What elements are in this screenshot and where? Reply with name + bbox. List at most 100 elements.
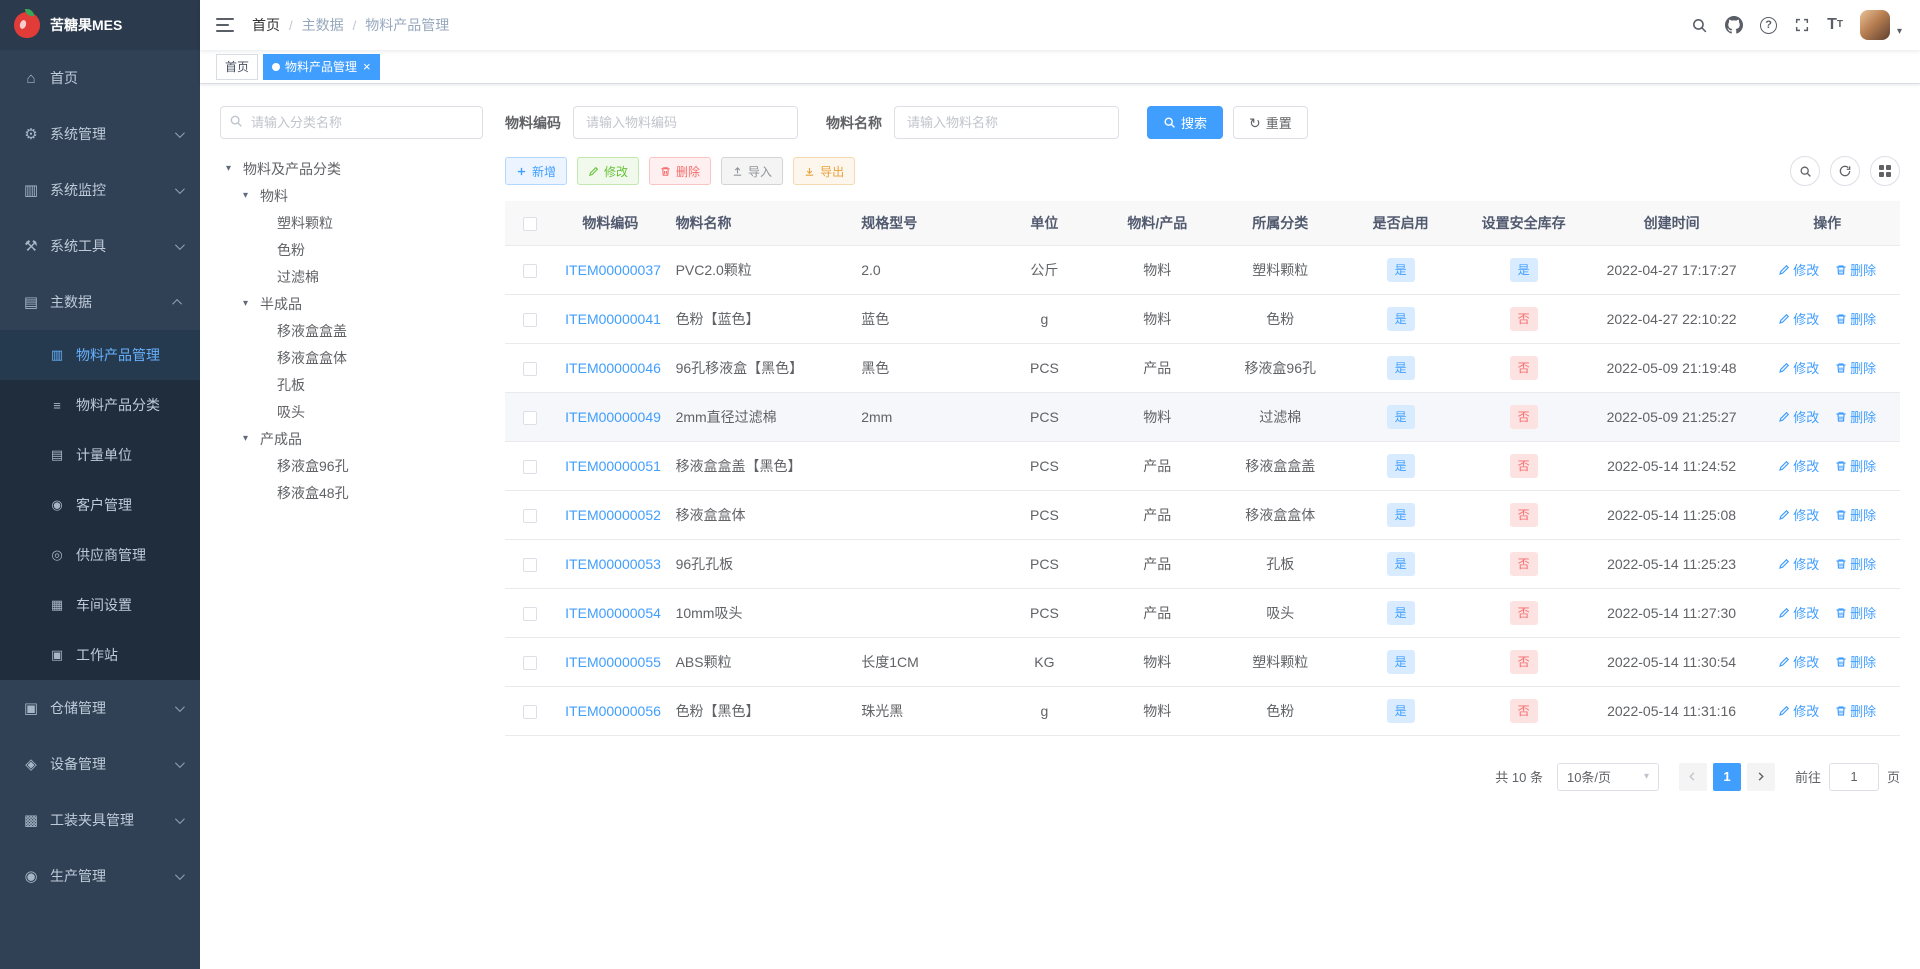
goto-page-input[interactable]: [1828, 762, 1879, 791]
table-row[interactable]: ITEM00000053 96孔孔板 PCS 产品 孔板 是 否 2022-05…: [505, 539, 1900, 589]
table-row[interactable]: ITEM00000056 色粉【黑色】 珠光黑 g 物料 色粉 是 否 2022…: [505, 686, 1900, 736]
item-code-link[interactable]: ITEM00000053: [565, 556, 661, 572]
item-code-link[interactable]: ITEM00000051: [565, 458, 661, 474]
edit-link[interactable]: 修改: [1778, 701, 1819, 720]
item-code-input[interactable]: [573, 106, 798, 139]
edit-link[interactable]: 修改: [1778, 554, 1819, 573]
tree-node[interactable]: ▾ 半成品: [220, 290, 483, 317]
edit-button[interactable]: 修改: [577, 157, 640, 185]
delete-link[interactable]: 删除: [1835, 554, 1876, 573]
row-checkbox[interactable]: [523, 361, 538, 376]
row-checkbox[interactable]: [523, 655, 538, 670]
tree-node[interactable]: 移液盒盒体: [220, 344, 483, 371]
edit-link[interactable]: 修改: [1778, 456, 1819, 475]
tab-close-icon[interactable]: ×: [363, 60, 371, 73]
hamburger-icon[interactable]: [216, 18, 234, 32]
tree-caret-icon[interactable]: ▾: [243, 433, 260, 444]
sidebar-item-master-data[interactable]: ▤ 主数据: [0, 274, 200, 330]
delete-button[interactable]: 删除: [649, 157, 712, 185]
table-row[interactable]: ITEM00000037 PVC2.0颗粒 2.0 公斤 物料 塑料颗粒 是 是…: [505, 245, 1900, 295]
sidebar-item-production-manage[interactable]: ◉ 生产管理: [0, 848, 200, 904]
sidebar-item-system-admin[interactable]: ⚙ 系统管理: [0, 106, 200, 162]
delete-link[interactable]: 删除: [1835, 358, 1876, 377]
toggle-search-icon[interactable]: [1790, 156, 1820, 186]
tree-caret-icon[interactable]: ▾: [243, 298, 260, 309]
page-number-button[interactable]: 1: [1712, 762, 1741, 791]
tree-node[interactable]: 移液盒48孔: [220, 479, 483, 506]
row-checkbox[interactable]: [523, 557, 538, 572]
fullscreen-icon[interactable]: [1794, 17, 1810, 33]
delete-link[interactable]: 删除: [1835, 701, 1876, 720]
item-code-link[interactable]: ITEM00000041: [565, 311, 661, 327]
edit-link[interactable]: 修改: [1778, 358, 1819, 377]
item-code-link[interactable]: ITEM00000055: [565, 654, 661, 670]
prev-page-button[interactable]: [1678, 762, 1707, 791]
github-icon[interactable]: [1725, 16, 1744, 34]
help-icon[interactable]: ?: [1760, 16, 1778, 34]
select-all-checkbox[interactable]: [523, 216, 538, 231]
item-code-link[interactable]: ITEM00000056: [565, 703, 661, 719]
item-code-link[interactable]: ITEM00000046: [565, 360, 661, 376]
sidebar-item-warehouse-manage[interactable]: ▣ 仓储管理: [0, 680, 200, 736]
avatar[interactable]: [1859, 10, 1890, 40]
sidebar-item-measure-unit[interactable]: ▤ 计量单位: [0, 430, 200, 480]
tree-node[interactable]: 孔板: [220, 371, 483, 398]
refresh-icon[interactable]: [1830, 156, 1860, 186]
edit-link[interactable]: 修改: [1778, 260, 1819, 279]
sidebar-item-item-product-manage[interactable]: ▥ 物料产品管理: [0, 330, 200, 380]
search-icon[interactable]: [1691, 17, 1708, 34]
delete-link[interactable]: 删除: [1835, 407, 1876, 426]
delete-link[interactable]: 删除: [1835, 309, 1876, 328]
delete-link[interactable]: 删除: [1835, 456, 1876, 475]
edit-link[interactable]: 修改: [1778, 603, 1819, 622]
row-checkbox[interactable]: [523, 606, 538, 621]
sidebar-item-item-product-category[interactable]: ≡ 物料产品分类: [0, 380, 200, 430]
row-checkbox[interactable]: [523, 704, 538, 719]
item-code-link[interactable]: ITEM00000037: [565, 262, 661, 278]
delete-link[interactable]: 删除: [1835, 603, 1876, 622]
edit-link[interactable]: 修改: [1778, 407, 1819, 426]
next-page-button[interactable]: [1746, 762, 1775, 791]
table-row[interactable]: ITEM00000054 10mm吸头 PCS 产品 吸头 是 否 2022-0…: [505, 588, 1900, 638]
table-row[interactable]: ITEM00000046 96孔移液盒【黑色】 黑色 PCS 产品 移液盒96孔…: [505, 343, 1900, 393]
row-checkbox[interactable]: [523, 410, 538, 425]
table-row[interactable]: ITEM00000052 移液盒盒体 PCS 产品 移液盒盒体 是 否 2022…: [505, 490, 1900, 540]
tree-node[interactable]: 吸头: [220, 398, 483, 425]
sidebar-item-equipment-manage[interactable]: ◈ 设备管理: [0, 736, 200, 792]
tab[interactable]: 物料产品管理 ×: [263, 53, 380, 80]
sidebar-item-home[interactable]: ⌂ 首页: [0, 50, 200, 106]
delete-link[interactable]: 删除: [1835, 505, 1876, 524]
tree-caret-icon[interactable]: ▾: [243, 190, 260, 201]
tree-node[interactable]: 过滤棉: [220, 263, 483, 290]
tree-caret-icon[interactable]: ▾: [226, 163, 243, 174]
export-button[interactable]: 导出: [793, 157, 856, 185]
item-code-link[interactable]: ITEM00000052: [565, 507, 661, 523]
sidebar-item-workshop-setting[interactable]: ▦ 车间设置: [0, 580, 200, 630]
delete-link[interactable]: 删除: [1835, 260, 1876, 279]
delete-link[interactable]: 删除: [1835, 652, 1876, 671]
reset-button[interactable]: ↻ 重置: [1233, 106, 1308, 139]
item-name-input[interactable]: [894, 106, 1119, 139]
tree-node[interactable]: ▾ 物料及产品分类: [220, 155, 483, 182]
category-search-input[interactable]: [220, 106, 483, 139]
app-logo[interactable]: 苦糖果MES: [0, 0, 200, 50]
table-row[interactable]: ITEM00000041 色粉【蓝色】 蓝色 g 物料 色粉 是 否 2022-…: [505, 294, 1900, 344]
import-button[interactable]: 导入: [721, 157, 784, 185]
font-size-icon[interactable]: TT: [1827, 17, 1843, 33]
table-row[interactable]: ITEM00000049 2mm直径过滤棉 2mm PCS 物料 过滤棉 是 否…: [505, 392, 1900, 442]
sidebar-item-workstation[interactable]: ▣ 工作站: [0, 630, 200, 680]
row-checkbox[interactable]: [523, 263, 538, 278]
sidebar-item-customer-manage[interactable]: ◉ 客户管理: [0, 480, 200, 530]
tree-node[interactable]: ▾ 产成品: [220, 425, 483, 452]
search-button[interactable]: 搜索: [1147, 106, 1224, 139]
caret-down-icon[interactable]: ▾: [1897, 26, 1902, 37]
add-button[interactable]: 新增: [505, 157, 568, 185]
table-row[interactable]: ITEM00000055 ABS颗粒 长度1CM KG 物料 塑料颗粒 是 否 …: [505, 637, 1900, 687]
row-checkbox[interactable]: [523, 312, 538, 327]
item-code-link[interactable]: ITEM00000054: [565, 605, 661, 621]
tree-node[interactable]: 塑料颗粒: [220, 209, 483, 236]
tree-node[interactable]: ▾ 物料: [220, 182, 483, 209]
tree-node[interactable]: 移液盒96孔: [220, 452, 483, 479]
edit-link[interactable]: 修改: [1778, 505, 1819, 524]
sidebar-item-system-monitor[interactable]: ▥ 系统监控: [0, 162, 200, 218]
